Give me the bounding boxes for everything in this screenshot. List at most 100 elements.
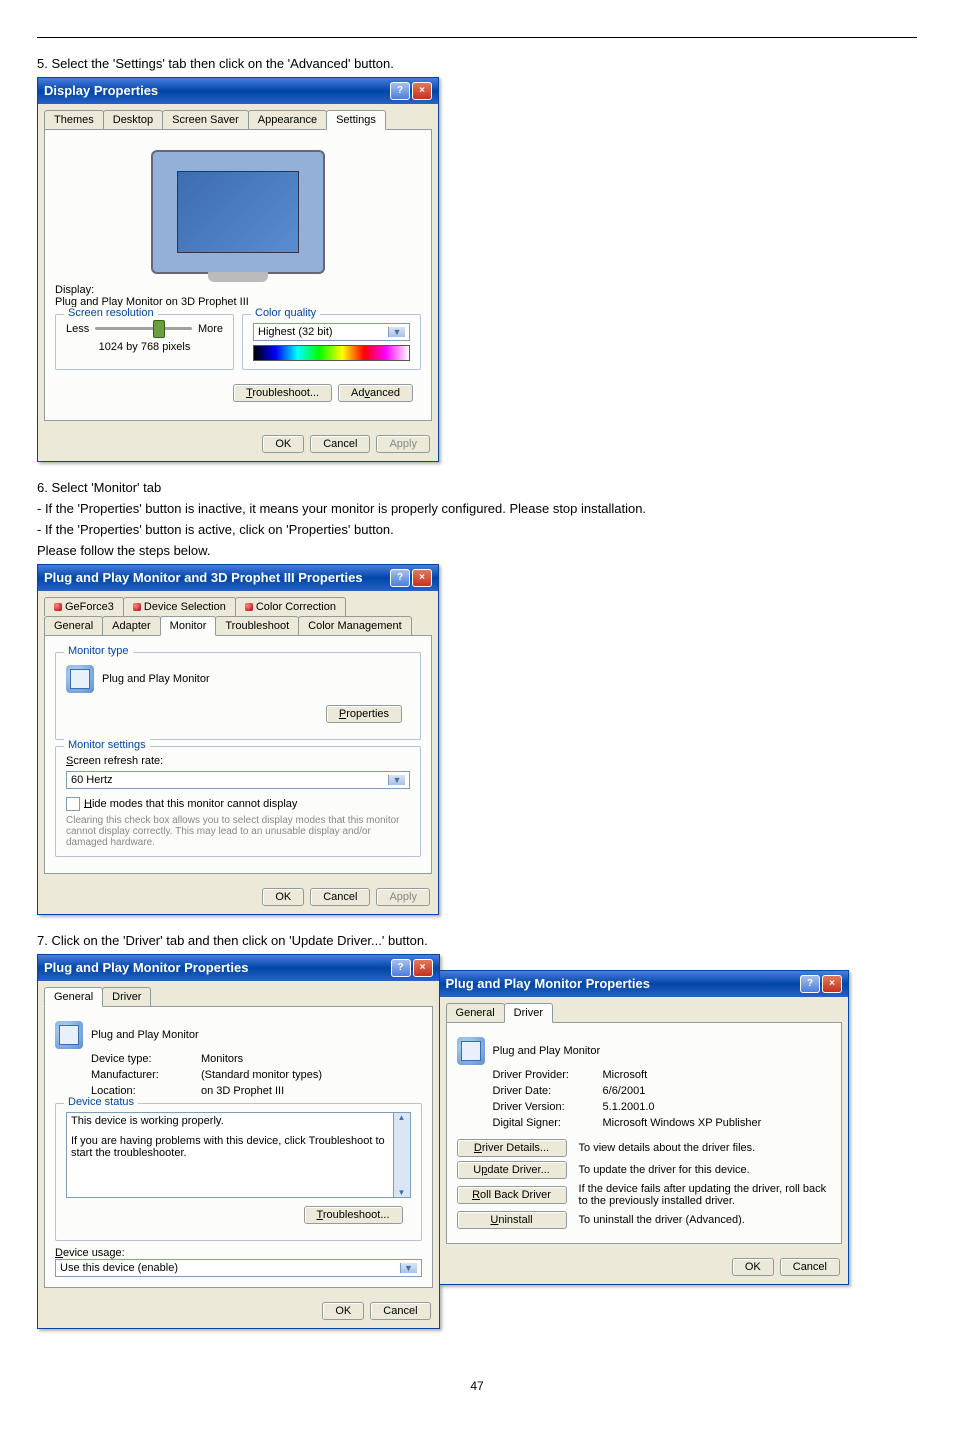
- help-icon[interactable]: ?: [800, 975, 820, 993]
- tab-colormanagement[interactable]: Color Management: [298, 616, 412, 635]
- monitor-props-driver: Plug and Play Monitor Properties ?× Gene…: [439, 970, 849, 1285]
- dlg1-title: Display Properties: [44, 83, 158, 98]
- dlg4-title: Plug and Play Monitor Properties: [446, 976, 650, 991]
- cancel-button[interactable]: Cancel: [310, 888, 370, 906]
- dlg3-title: Plug and Play Monitor Properties: [44, 960, 248, 975]
- resolution-slider[interactable]: [95, 327, 192, 330]
- refresh-select[interactable]: 60 Hertz▼: [66, 771, 410, 789]
- apply-button: Apply: [376, 435, 430, 453]
- uninstall-text: To uninstall the driver (Advanced).: [579, 1214, 831, 1226]
- tab-troubleshoot[interactable]: Troubleshoot: [215, 616, 299, 635]
- tab-screensaver[interactable]: Screen Saver: [162, 110, 249, 129]
- advanced-button[interactable]: Advanced: [338, 384, 413, 402]
- monitor-props-general: Plug and Play Monitor Properties ?× Gene…: [37, 954, 440, 1329]
- update-driver-button[interactable]: Update Driver...: [457, 1161, 567, 1179]
- type-label: Device type:: [91, 1053, 201, 1065]
- step6b-text: - If the 'Properties' button is active, …: [37, 522, 917, 537]
- troubleshoot-button[interactable]: TTroubleshoot...roubleshoot...: [233, 384, 332, 402]
- cancel-button[interactable]: Cancel: [370, 1302, 430, 1320]
- usage-select[interactable]: Use this device (enable)▼: [55, 1259, 422, 1277]
- ok-button[interactable]: OK: [322, 1302, 364, 1320]
- tab-themes[interactable]: Themes: [44, 110, 104, 129]
- hide-modes-note: Clearing this check box allows you to se…: [66, 815, 410, 848]
- step5-text: 5. Select the 'Settings' tab then click …: [37, 56, 917, 71]
- device-name: Plug and Play Monitor: [91, 1029, 199, 1041]
- monitor-settings-legend: Monitor settings: [64, 739, 150, 751]
- monitor-type-legend: Monitor type: [64, 645, 133, 657]
- manu-label: Manufacturer:: [91, 1069, 201, 1081]
- monitor-prophet-dialog: Plug and Play Monitor and 3D Prophet III…: [37, 564, 439, 915]
- tab-appearance[interactable]: Appearance: [248, 110, 327, 129]
- resolution-value: 1024 by 768 pixels: [66, 341, 223, 353]
- cancel-button[interactable]: Cancel: [310, 435, 370, 453]
- loc-value: on 3D Prophet III: [201, 1085, 284, 1097]
- hide-modes-checkbox[interactable]: [66, 797, 80, 811]
- ver-label: Driver Version:: [493, 1101, 603, 1113]
- tab-geforce3[interactable]: GeForce3: [44, 597, 124, 616]
- close-icon[interactable]: ×: [413, 959, 433, 977]
- resolution-legend: Screen resolution: [64, 307, 158, 319]
- sign-value: Microsoft Windows XP Publisher: [603, 1117, 762, 1129]
- properties-button[interactable]: Properties: [326, 705, 402, 723]
- rollback-button[interactable]: Roll Back Driver: [457, 1186, 567, 1204]
- close-icon[interactable]: ×: [822, 975, 842, 993]
- tab-general[interactable]: General: [44, 987, 103, 1007]
- tab-deviceselection[interactable]: Device Selection: [123, 597, 236, 616]
- manu-value: (Standard monitor types): [201, 1069, 322, 1081]
- tab-desktop[interactable]: Desktop: [103, 110, 163, 129]
- hide-modes-label: ide modes that this monitor cannot displ…: [92, 797, 297, 809]
- color-legend: Color quality: [251, 307, 320, 319]
- help-icon[interactable]: ?: [390, 569, 410, 587]
- step6a-text: - If the 'Properties' button is inactive…: [37, 501, 917, 516]
- close-icon[interactable]: ×: [412, 569, 432, 587]
- color-select[interactable]: Highest (32 bit)▼: [253, 323, 410, 341]
- step6c-text: Please follow the steps below.: [37, 543, 917, 558]
- tab-monitor[interactable]: Monitor: [160, 616, 217, 636]
- apply-button: Apply: [376, 888, 430, 906]
- scrollbar[interactable]: ▲▼: [393, 1113, 410, 1197]
- step6-text: 6. Select 'Monitor' tab: [37, 480, 917, 495]
- usage-label: Device usage:: [55, 1247, 422, 1259]
- driver-details-button[interactable]: Driver Details...: [457, 1139, 567, 1157]
- status-help: If you are having problems with this dev…: [71, 1135, 406, 1159]
- date-value: 6/6/2001: [603, 1085, 646, 1097]
- tab-driver[interactable]: Driver: [102, 987, 151, 1006]
- help-icon[interactable]: ?: [390, 82, 410, 100]
- status-text: This device is working properly.: [71, 1115, 406, 1127]
- page-number: 47: [37, 1379, 917, 1393]
- tab-settings[interactable]: Settings: [326, 110, 386, 130]
- ok-button[interactable]: OK: [732, 1258, 774, 1276]
- sign-label: Digital Signer:: [493, 1117, 603, 1129]
- tab-adapter[interactable]: Adapter: [102, 616, 161, 635]
- tab-colorcorrection[interactable]: Color Correction: [235, 597, 346, 616]
- ok-button[interactable]: OK: [262, 888, 304, 906]
- monitor-icon: [66, 665, 94, 693]
- tab-general[interactable]: General: [44, 616, 103, 635]
- status-legend: Device status: [64, 1096, 138, 1108]
- dlg2-title: Plug and Play Monitor and 3D Prophet III…: [44, 570, 363, 585]
- update-text: To update the driver for this device.: [579, 1164, 831, 1176]
- troubleshoot-button[interactable]: Troubleshoot...: [304, 1206, 403, 1224]
- cancel-button[interactable]: Cancel: [780, 1258, 840, 1276]
- step7-text: 7. Click on the 'Driver' tab and then cl…: [37, 933, 917, 948]
- date-label: Driver Date:: [493, 1085, 603, 1097]
- tab-general[interactable]: General: [446, 1003, 505, 1022]
- res-less: Less: [66, 323, 89, 335]
- display-properties-dialog: Display Properties ?× Themes Desktop Scr…: [37, 77, 439, 462]
- monitor-icon: [55, 1021, 83, 1049]
- close-icon[interactable]: ×: [412, 82, 432, 100]
- ok-button[interactable]: OK: [262, 435, 304, 453]
- ver-value: 5.1.2001.0: [603, 1101, 655, 1113]
- monitor-preview: [151, 150, 325, 274]
- tab-driver[interactable]: Driver: [504, 1003, 553, 1023]
- uninstall-button[interactable]: Uninstall: [457, 1211, 567, 1229]
- color-bar: [253, 345, 410, 361]
- details-text: To view details about the driver files.: [579, 1142, 831, 1154]
- prov-value: Microsoft: [603, 1069, 648, 1081]
- monitor-icon: [457, 1037, 485, 1065]
- device-name: Plug and Play Monitor: [493, 1045, 601, 1057]
- help-icon[interactable]: ?: [391, 959, 411, 977]
- monitor-name: Plug and Play Monitor: [102, 673, 210, 685]
- prov-label: Driver Provider:: [493, 1069, 603, 1081]
- rollback-text: If the device fails after updating the d…: [579, 1183, 831, 1207]
